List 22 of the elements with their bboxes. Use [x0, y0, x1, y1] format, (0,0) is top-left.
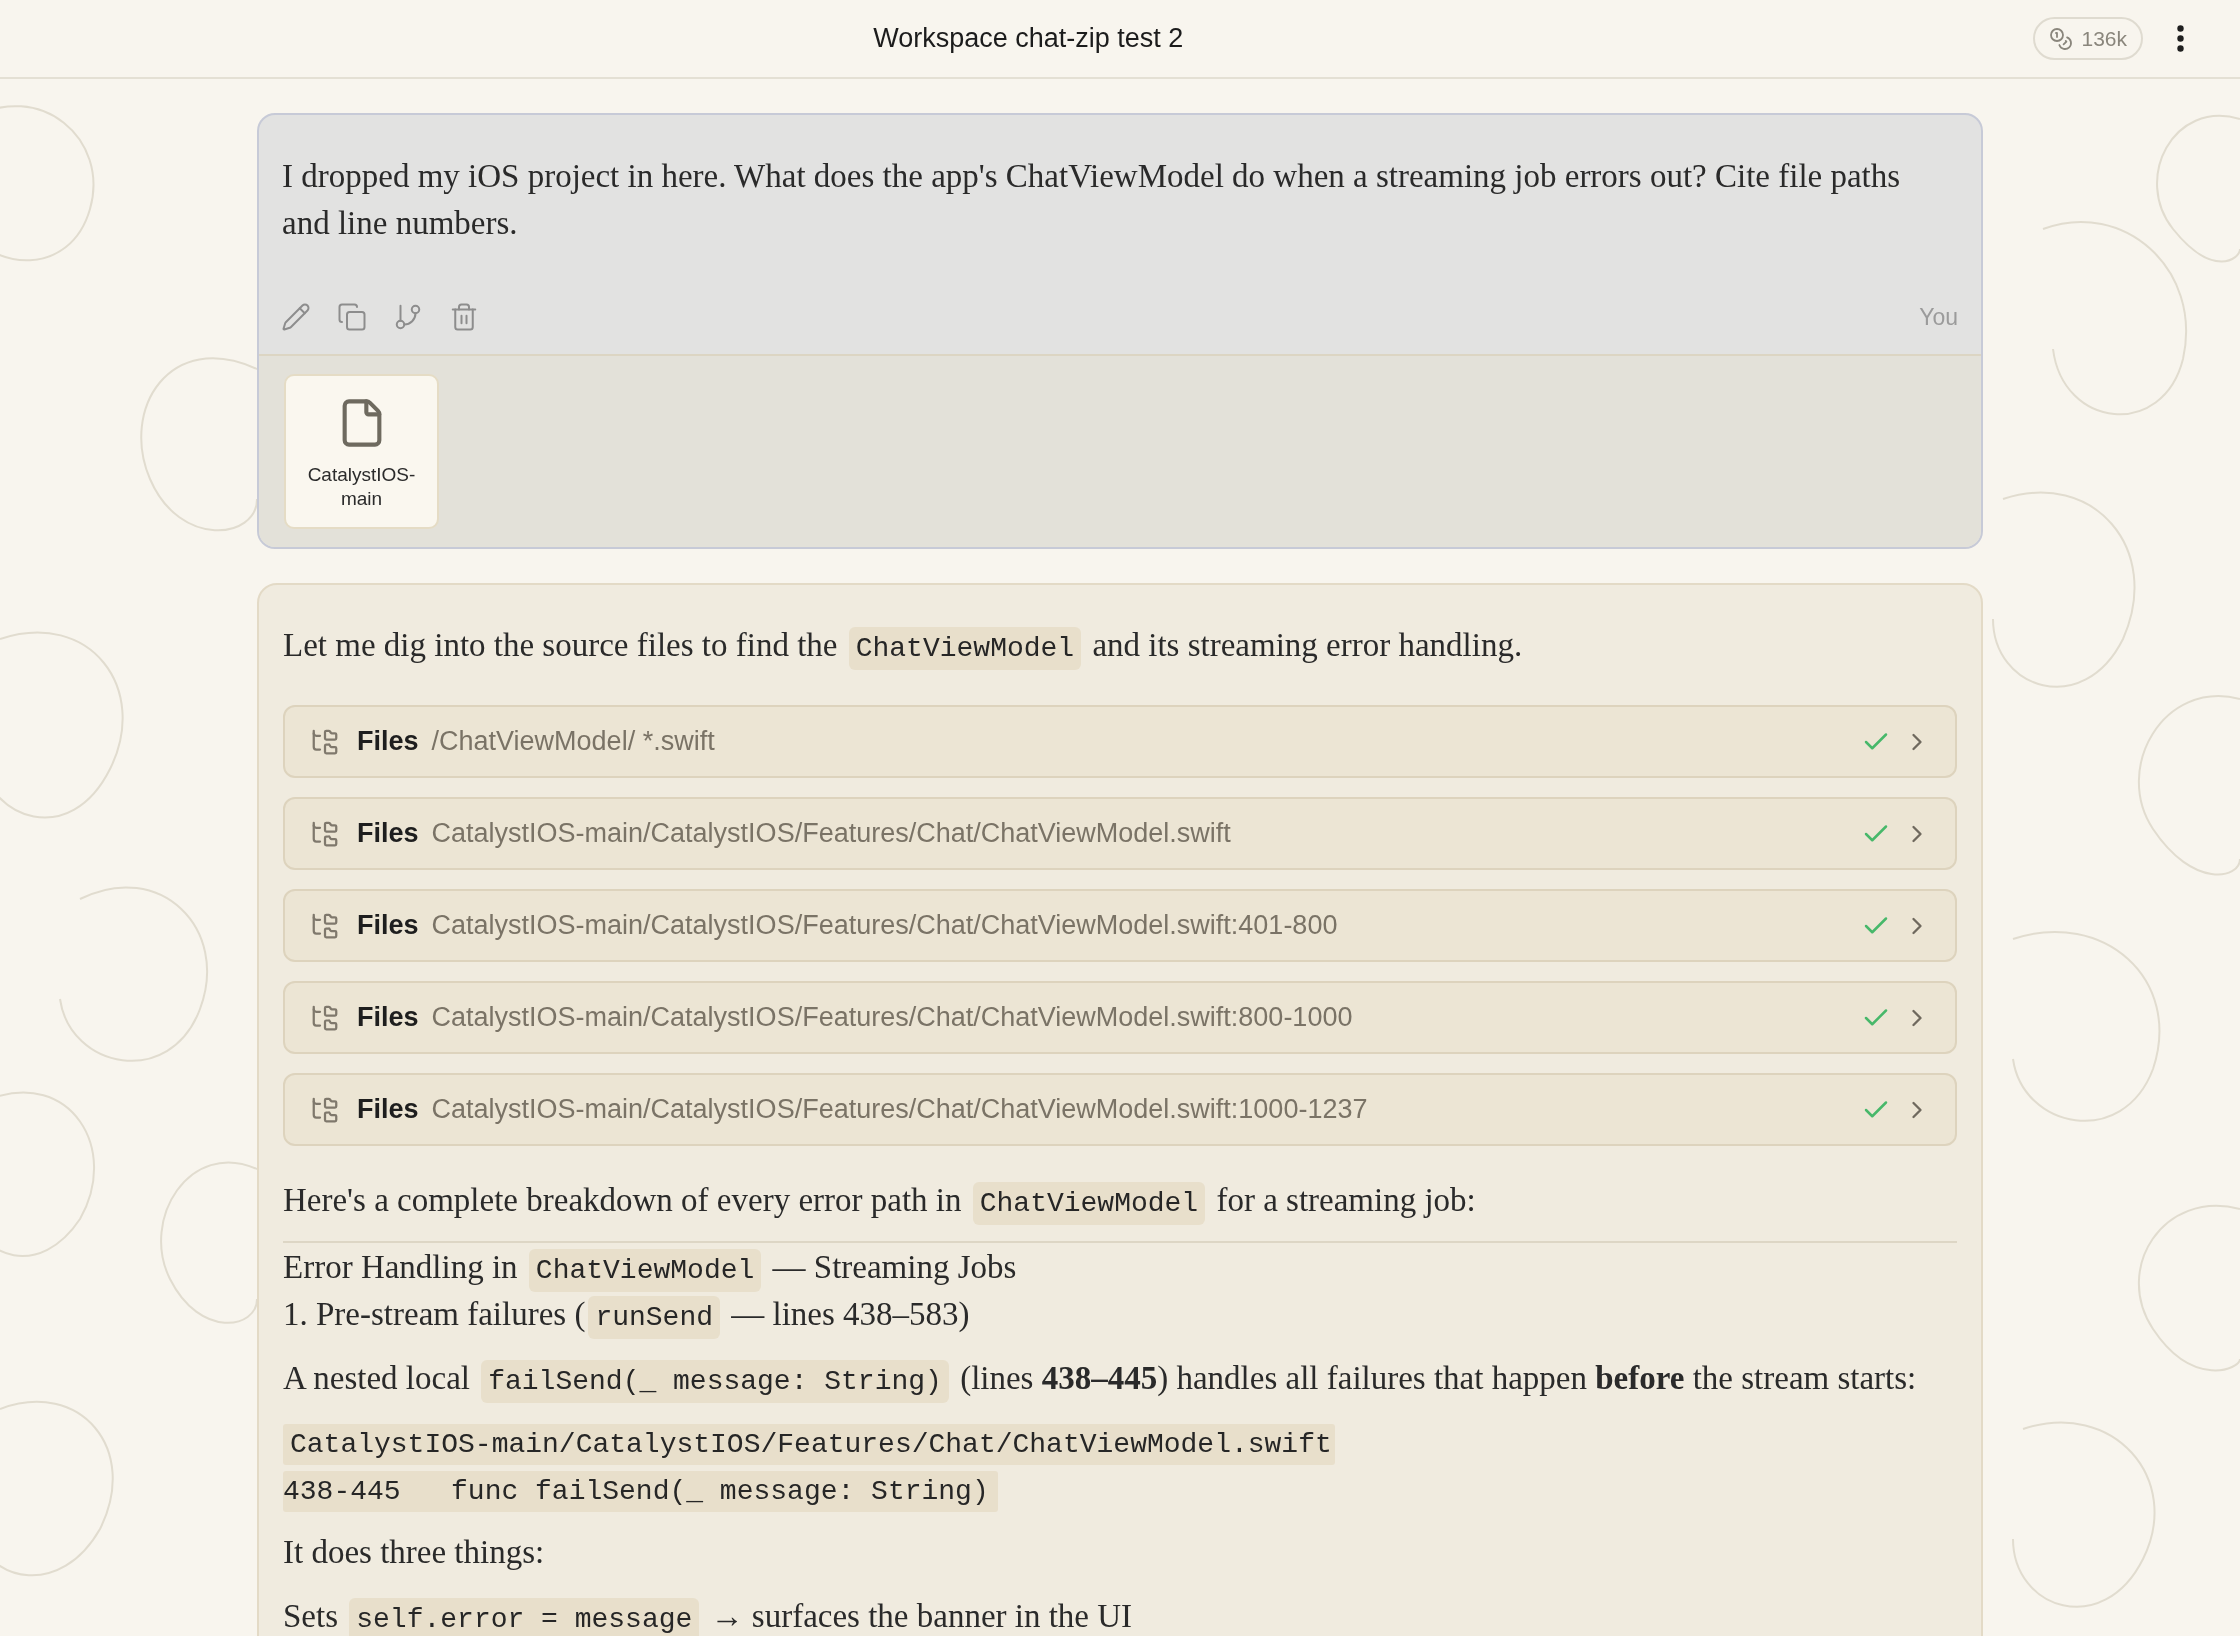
tool-call-row[interactable]: Files CatalystIOS-main/CatalystIOS/Features/Chat/ChatViewModel.swift:1000-1237	[283, 1073, 1957, 1146]
trash-icon	[449, 302, 479, 332]
message-text: I dropped my iOS project in here. What does the app's ChatViewModel do when a streaming job errors out? Cite file paths and line numbers.	[282, 157, 1902, 243]
message-text: Let me dig into the source files to find the ChatViewModel and its streaming error handling.	[283, 622, 1957, 669]
copy-icon	[337, 302, 367, 332]
tool-call-row[interactable]: Files /ChatViewModel/ *.swift	[283, 705, 1957, 778]
tool-call-row[interactable]: Files CatalystIOS-main/CatalystIOS/Features/Chat/ChatViewModel.swift:800-1000	[283, 981, 1957, 1054]
pencil-icon	[281, 302, 311, 332]
author-label: You	[1919, 302, 1958, 332]
vertical-dots-icon	[2176, 25, 2184, 52]
heading-text: Error Handling in ChatViewModel — Streaming Jobs	[283, 1244, 1957, 1291]
chat-title: Workspace chat-zip test 2	[873, 22, 1184, 56]
message-text: Here's a complete breakdown of every error path in ChatViewModel for a streaming job:	[283, 1177, 1957, 1224]
attachment-tile[interactable]: CatalystIOS-main	[284, 374, 439, 529]
message-text: It does three things:	[283, 1533, 546, 1572]
branch-icon	[393, 302, 423, 332]
coins-icon	[2049, 26, 2074, 51]
message-text: A nested local failSend(_ message: String) (lines 438–445) handles all failures that happen before the stream starts:	[283, 1355, 1957, 1402]
heading-text: 1. Pre-stream failures ( runSend — lines 438–583)	[283, 1291, 1957, 1338]
message-text: Sets self.error = message → surfaces the banner in the UI	[283, 1597, 1134, 1636]
tool-call-row[interactable]: Files CatalystIOS-main/CatalystIOS/Features/Chat/ChatViewModel.swift:401-800	[283, 889, 1957, 962]
tool-call-row[interactable]: Files CatalystIOS-main/CatalystIOS/Features/Chat/ChatViewModel.swift	[283, 797, 1957, 870]
